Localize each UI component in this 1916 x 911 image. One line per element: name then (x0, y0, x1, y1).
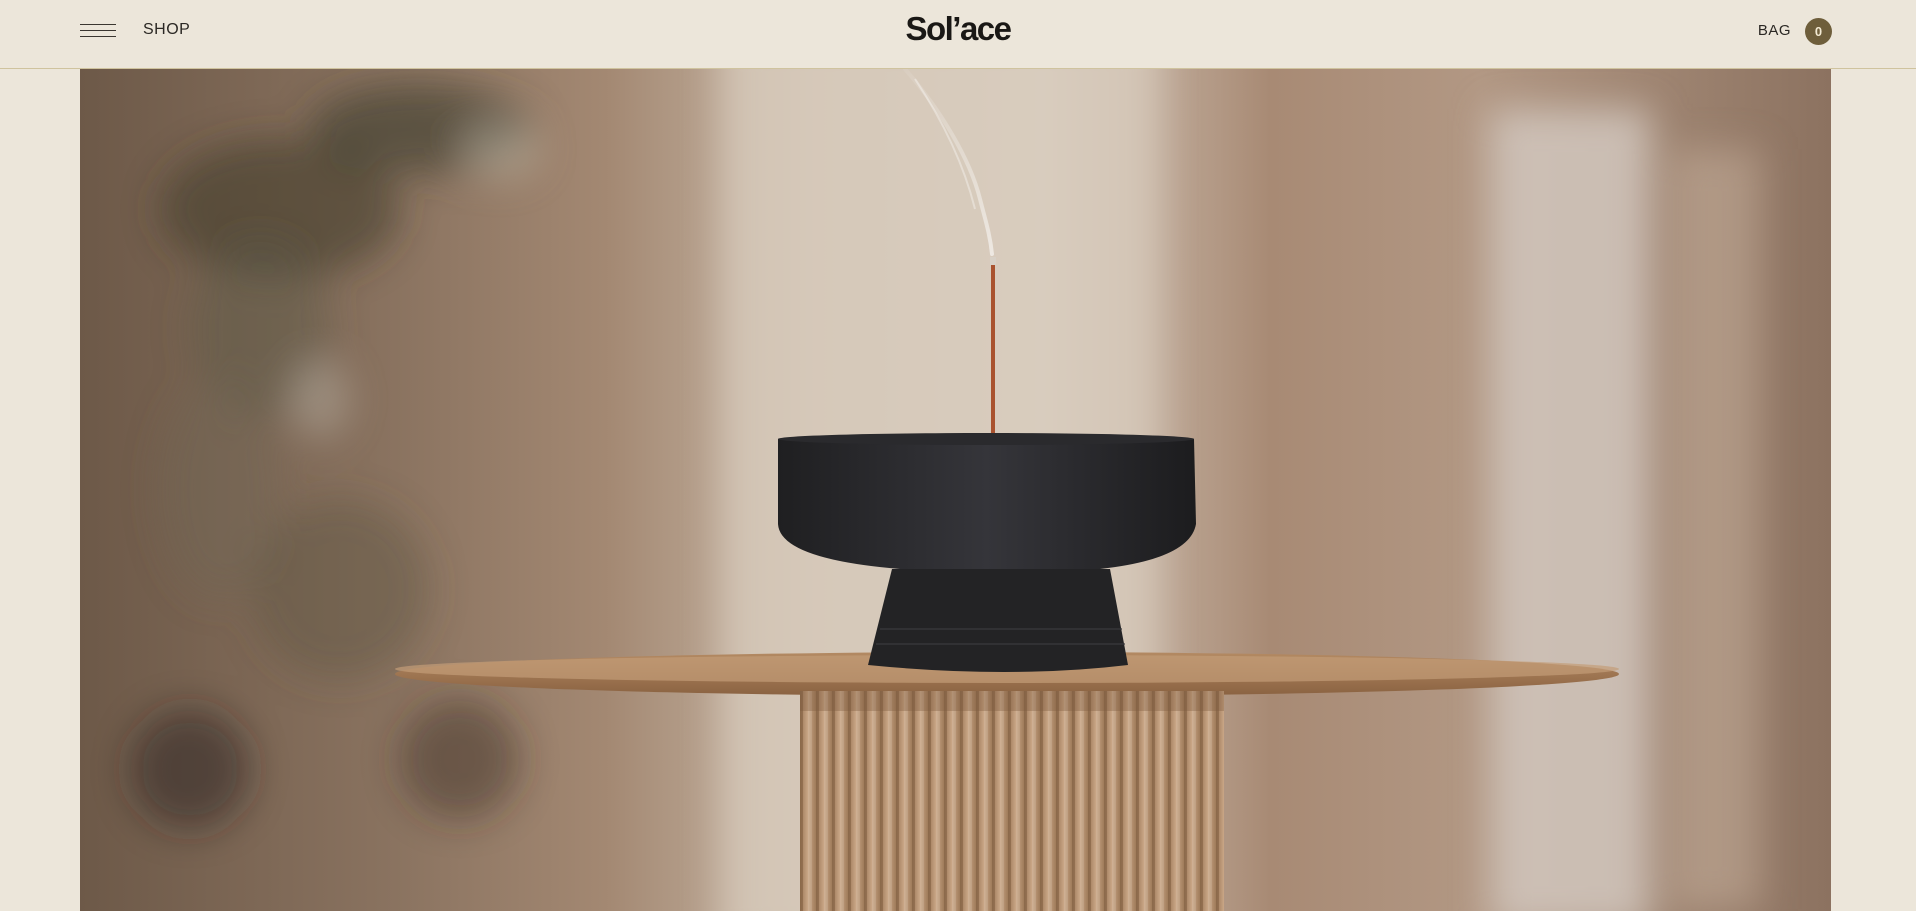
shop-link[interactable]: SHOP (143, 21, 190, 39)
menu-line (80, 24, 116, 25)
hamburger-menu-icon[interactable] (80, 22, 116, 40)
site-header: SHOP Sol’ace BAG 0 (0, 0, 1916, 69)
logo-wrapper: Sol’ace (0, 10, 1916, 48)
site-logo[interactable]: Sol’ace (905, 10, 1012, 47)
menu-line (80, 30, 116, 31)
hero-photo (80, 69, 1831, 911)
menu-line (80, 36, 116, 37)
bag-count-badge[interactable]: 0 (1805, 18, 1832, 45)
bag-link[interactable]: BAG (1758, 22, 1791, 39)
hero-image (80, 69, 1831, 911)
